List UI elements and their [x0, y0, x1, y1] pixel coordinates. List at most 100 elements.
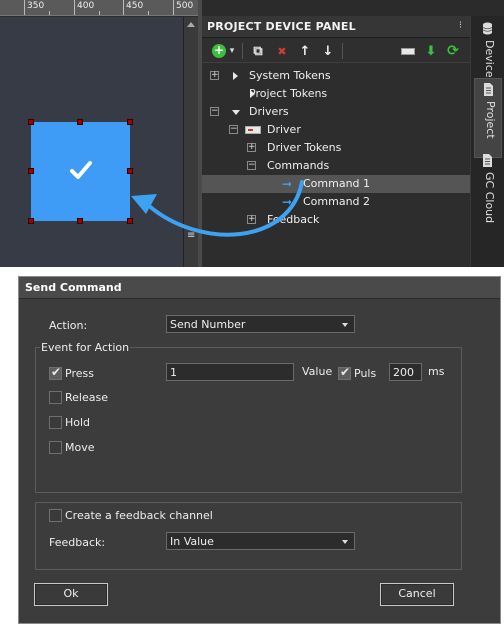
document-icon [484, 83, 493, 96]
tab-device[interactable]: Device [474, 22, 502, 84]
move-up-button[interactable]: ↑ [296, 42, 314, 60]
driver-icon [401, 47, 415, 55]
tree-item-label: Feedback [267, 213, 320, 226]
tab-label: Project [484, 101, 497, 139]
tree-item-driver[interactable]: − Driver [202, 121, 470, 139]
delete-button[interactable]: ✖ [273, 42, 291, 60]
refresh-button[interactable]: ⟳ [444, 42, 462, 60]
tab-label: GC Cloud [483, 172, 496, 224]
ruler-tick-label: 350 [27, 1, 45, 11]
dialog-title: Send Command [25, 281, 122, 294]
press-checkbox[interactable]: ✔ [49, 365, 62, 380]
move-label: Move [65, 441, 95, 454]
checkmark-icon: ✔ [51, 365, 62, 379]
release-checkbox[interactable] [49, 391, 62, 404]
resize-handle-top-right[interactable] [127, 119, 133, 125]
resize-handle-top[interactable] [77, 119, 83, 125]
panel-toolbar: + ▾ ⧉ ✖ ↑ ↓ ⬇ ⟳ [202, 39, 470, 63]
cancel-button[interactable]: Cancel [380, 583, 454, 606]
chevron-down-icon [342, 323, 348, 327]
resize-handle-right[interactable] [127, 168, 133, 174]
canvas-vertical-scrollbar[interactable]: ≡ [183, 17, 198, 267]
resize-handle-bottom[interactable] [77, 218, 83, 224]
side-tab-strip: Device Project GC Cloud [470, 16, 504, 267]
chevron-down-icon [342, 540, 348, 544]
scroll-up-arrow-icon[interactable] [187, 22, 195, 27]
puls-checkbox[interactable]: ✔ [338, 365, 351, 380]
feedback-select-value: In Value [170, 535, 214, 548]
ruler-tick [49, 11, 50, 15]
toolbar-separator [242, 43, 243, 59]
panel-title: PROJECT DEVICE PANEL [207, 20, 356, 33]
add-dropdown-button[interactable]: ▾ [227, 42, 237, 60]
collapse-icon[interactable]: − [229, 125, 238, 134]
action-select[interactable]: Send Number [166, 315, 355, 333]
ok-button[interactable]: Ok [34, 583, 108, 606]
tree-item-driver-tokens[interactable]: + Driver Tokens [202, 139, 470, 157]
driver-button[interactable] [399, 42, 417, 60]
value-input[interactable]: 1 [166, 363, 294, 381]
add-icon: + [212, 43, 226, 58]
send-command-dialog: Send Command Action: Send Number Event f… [18, 276, 501, 624]
value-label: Value [302, 365, 333, 378]
feedback-select[interactable]: In Value [166, 532, 355, 550]
tab-project[interactable]: Project [474, 78, 502, 158]
tree-item-feedback[interactable]: + Feedback [202, 211, 470, 229]
value-input-text: 1 [170, 366, 177, 379]
command-arrow-icon: ➞ [282, 195, 293, 209]
ruler-tick [99, 11, 100, 15]
hold-label: Hold [65, 416, 91, 429]
duplicate-button[interactable]: ⧉ [249, 42, 267, 60]
resize-handle-top-left[interactable] [28, 119, 34, 125]
tree-item-command-2[interactable]: ➞ Command 2 [202, 193, 470, 211]
move-down-button[interactable]: ↓ [319, 42, 337, 60]
import-button[interactable]: ⬇ [422, 42, 440, 60]
ruler-tick-label: 400 [77, 1, 95, 11]
tab-label: Device [483, 40, 496, 78]
move-checkbox[interactable] [49, 441, 62, 454]
expand-icon[interactable]: + [247, 143, 256, 152]
tree-item-drivers[interactable]: − Drivers [202, 103, 470, 121]
collapse-icon[interactable]: − [210, 107, 219, 116]
horizontal-ruler: 350 400 450 500 [0, 0, 198, 16]
tree-item-label: Command 1 [303, 177, 371, 190]
tree-item-system-tokens[interactable]: + System Tokens [202, 67, 470, 85]
ruler-tick [123, 0, 124, 15]
button-widget[interactable] [28, 119, 133, 224]
action-label: Action: [49, 319, 88, 332]
project-device-panel: PROJECT DEVICE PANEL ⁝ + ▾ ⧉ ✖ ↑ ↓ ⬇ ⟳ + [202, 16, 470, 267]
release-label: Release [65, 391, 108, 404]
tree-item-label: Project Tokens [249, 87, 328, 100]
ms-input[interactable]: 200 [389, 363, 422, 381]
tree-item-label: Command 2 [303, 195, 371, 208]
resize-handle-left[interactable] [28, 168, 34, 174]
collapse-icon[interactable]: − [247, 161, 256, 170]
tree-item-project-tokens[interactable]: Project Tokens [202, 85, 470, 103]
press-label: Press [65, 367, 94, 380]
add-button[interactable]: + [210, 42, 228, 60]
expanded-triangle-icon [232, 110, 240, 115]
collapsed-triangle-icon [233, 72, 238, 80]
tree-item-label: Commands [267, 159, 330, 172]
ruler-tick [74, 0, 75, 15]
hold-checkbox[interactable] [49, 416, 62, 429]
ms-input-text: 200 [393, 366, 414, 379]
puls-label: Puls [354, 367, 377, 380]
resize-handle-bottom-left[interactable] [28, 218, 34, 224]
feedback-channel-checkbox[interactable] [49, 509, 62, 522]
feedback-channel-label: Create a feedback channel [65, 509, 213, 522]
tree-item-command-1[interactable]: ➞ Command 1 [202, 175, 470, 193]
expand-icon[interactable]: + [247, 215, 256, 224]
tree-item-commands[interactable]: − Commands [202, 157, 470, 175]
tree-item-label: System Tokens [249, 69, 331, 82]
expand-icon[interactable]: + [210, 71, 219, 80]
scroll-grip-icon[interactable]: ≡ [187, 231, 195, 241]
panel-pin-icon[interactable]: ⁝ [459, 20, 462, 31]
ruler-tick [24, 0, 25, 15]
resize-handle-bottom-right[interactable] [127, 218, 133, 224]
ruler-tick-label: 450 [126, 1, 144, 11]
tab-gc-cloud[interactable]: GC Cloud [474, 154, 502, 234]
ruler-tick-label: 500 [176, 1, 194, 11]
ruler-tick [173, 0, 174, 15]
checkmark-icon [70, 161, 92, 179]
